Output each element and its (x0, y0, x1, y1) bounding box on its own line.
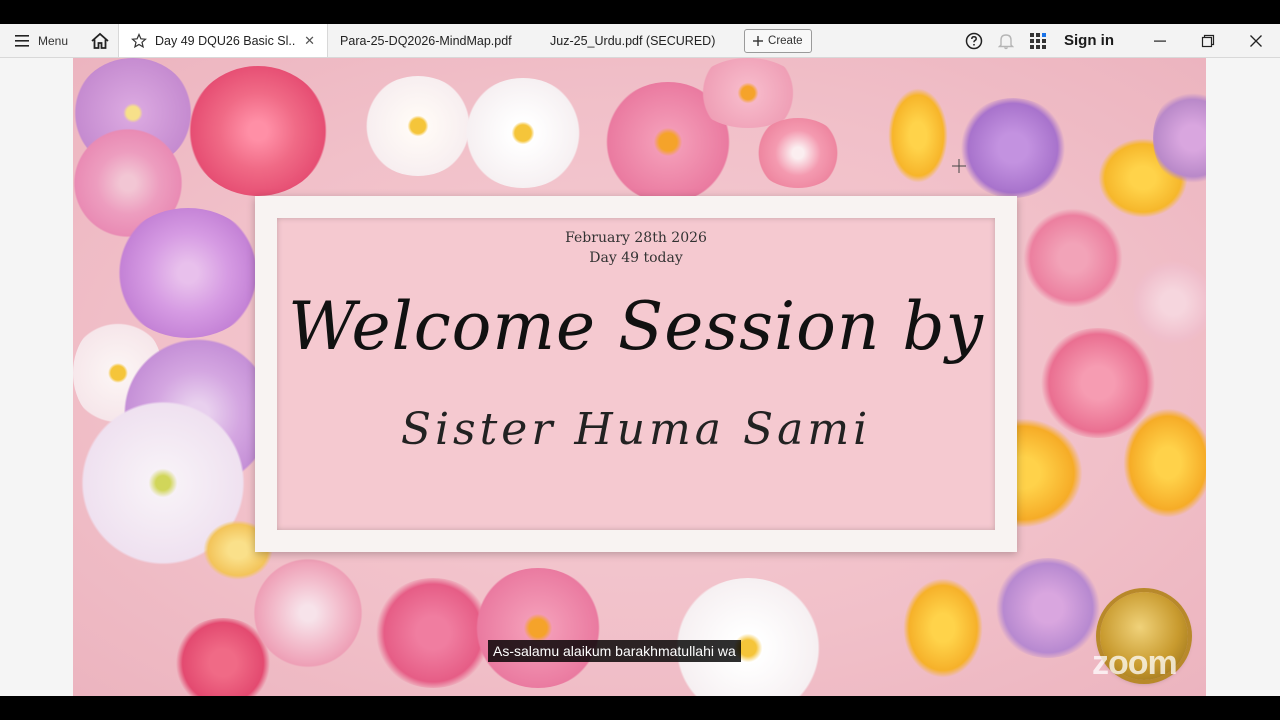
flower-decoration (253, 558, 363, 668)
create-button[interactable]: Create (744, 28, 812, 53)
flower-decoration (1133, 258, 1206, 348)
flower-decoration (1123, 408, 1206, 518)
flower-decoration (958, 98, 1068, 198)
tab-day49-slides[interactable]: Day 49 DQU26 Basic Sl... ✕ (118, 24, 329, 57)
flower-decoration (363, 76, 473, 176)
help-icon (965, 32, 983, 49)
hamburger-icon (15, 34, 29, 47)
flower-decoration (888, 88, 948, 183)
tab-label: Juz-25_Urdu.pdf (SECURED) (550, 33, 716, 48)
flower-decoration (1023, 208, 1123, 308)
tab-juz25-urdu[interactable]: Juz-25_Urdu.pdf (SECURED) (538, 24, 738, 57)
tab-label: Para-25-DQ2026-MindMap.pdf (340, 33, 512, 48)
menu-label: Menu (38, 33, 69, 48)
tab-para25-mindmap[interactable]: Para-25-DQ2026-MindMap.pdf (328, 24, 538, 57)
plus-icon (753, 35, 764, 46)
live-caption: As-salamu alaikum barakhmatullahi wa (488, 640, 741, 662)
window-close-icon (1250, 34, 1262, 47)
close-icon[interactable]: ✕ (304, 33, 315, 49)
letterbox-top (0, 0, 1280, 24)
apps-button[interactable] (1022, 24, 1054, 57)
home-icon (91, 32, 109, 49)
flower-decoration (673, 578, 823, 696)
flower-decoration (473, 568, 603, 688)
flower-decoration (693, 58, 803, 128)
bell-icon (998, 33, 1014, 49)
minimize-icon (1154, 40, 1166, 42)
tab-label: Day 49 DQU26 Basic Sl... (155, 33, 297, 48)
slide-title: Welcome Session by (288, 288, 984, 365)
flower-decoration (463, 78, 583, 188)
toolbar-right: Sign in (958, 24, 1280, 57)
star-icon[interactable] (131, 32, 147, 49)
document-viewer[interactable]: February 28th 2026 Day 49 today Welcome … (0, 58, 1280, 696)
slide-presenter: Sister Huma Sami (400, 404, 872, 455)
slide-page: February 28th 2026 Day 49 today Welcome … (73, 58, 1206, 696)
window-close-button[interactable] (1232, 24, 1280, 57)
crosshair-cursor-icon (952, 159, 966, 173)
sign-in-button[interactable]: Sign in (1054, 32, 1136, 49)
restore-button[interactable] (1184, 24, 1232, 57)
apps-grid-icon (1030, 32, 1046, 49)
flower-decoration (993, 558, 1103, 658)
home-button[interactable] (82, 24, 118, 57)
slide-frame: February 28th 2026 Day 49 today Welcome … (255, 196, 1017, 552)
flower-decoration (188, 66, 328, 196)
letterbox-bottom (0, 696, 1280, 720)
help-button[interactable] (958, 24, 990, 57)
menu-button[interactable]: Menu (0, 24, 82, 57)
zoom-watermark: zoom (1092, 644, 1178, 682)
flower-decoration (113, 208, 263, 338)
minimize-button[interactable] (1136, 24, 1184, 57)
notifications-button[interactable] (990, 24, 1022, 57)
slide-day: Day 49 today (589, 250, 683, 266)
slide-date: February 28th 2026 (565, 230, 707, 246)
create-label: Create (768, 34, 803, 47)
app-toolbar: Menu Day 49 DQU26 Basic Sl... ✕ Para-25-… (0, 24, 1280, 58)
flower-decoration (753, 118, 843, 188)
flower-decoration (903, 578, 983, 678)
restore-icon (1201, 34, 1215, 47)
